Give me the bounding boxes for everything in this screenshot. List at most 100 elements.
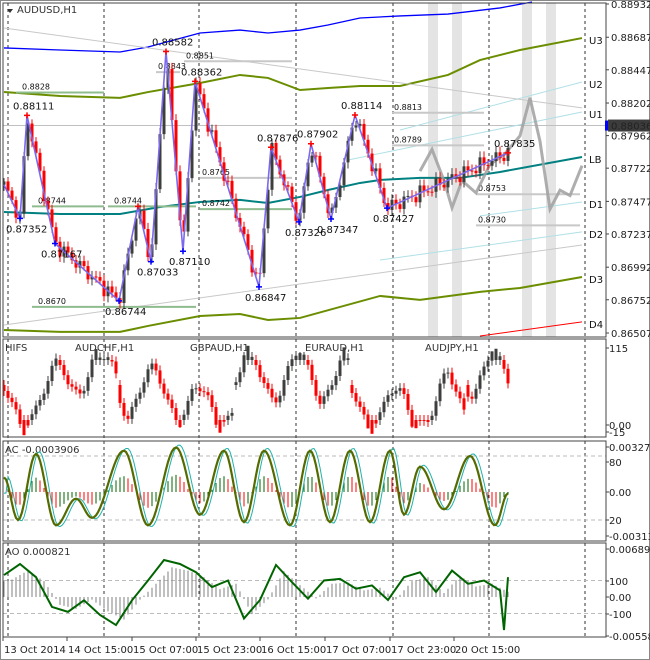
hifs-candle-body [254, 360, 258, 366]
hifs-candle-body [158, 370, 162, 384]
hifs-candle-body [174, 408, 178, 421]
hifs-candle-body [462, 398, 466, 410]
level-label: 0.8828 [22, 82, 50, 91]
hifs-candle-body [394, 390, 398, 394]
symbol-title[interactable]: AUDUSD,H1 [7, 5, 77, 16]
hifs-candle-body [354, 393, 358, 402]
hifs-candle-body [146, 369, 150, 383]
hifs-candle-body [378, 412, 382, 420]
hifs-candle-body [250, 356, 254, 360]
hifs-candle-body [298, 353, 302, 360]
candle-body [310, 155, 314, 163]
hifs-candle-body [10, 397, 14, 403]
hifs-candle-body [214, 406, 218, 425]
zigzag-price-label: 0.87167 [41, 249, 82, 260]
hifs-candle-body [474, 388, 478, 399]
ao-tick-label: 0.006897 [609, 545, 650, 556]
candle-body [94, 276, 98, 278]
time-tick-label: 15 Oct 07:00 [133, 645, 198, 656]
hifs-candle-body [398, 388, 402, 391]
ac-tick-label: 0.00 [609, 488, 631, 499]
ac-tick-label: 20 [609, 516, 622, 527]
ac-tick-label: -0.003138 [609, 532, 650, 543]
zigzag-price-label: 0.87033 [137, 268, 178, 279]
hifs-candle-body [274, 397, 278, 403]
trading-chart-window: U3 U2 U1 LB D1 D2 D3 D4 0.8828 0.8843 0.8851 0.874… [0, 0, 650, 660]
ac-title: AC -0.0003906 [5, 445, 80, 456]
hifs-candle-body [486, 360, 490, 367]
hifs-candle-body [466, 385, 470, 397]
hifs-candle-body [370, 420, 374, 434]
level-label: 0.8753 [478, 184, 506, 193]
zigzag-price-label: 0.87347 [317, 225, 358, 236]
hifs-candle-body [282, 380, 286, 396]
candle-body [286, 185, 290, 187]
level-label: 0.8789 [394, 135, 422, 144]
level-label: 0.8851 [186, 51, 214, 60]
hifs-candle-body [454, 384, 458, 392]
candle-body [458, 177, 462, 182]
zigzag-price-label: 0.87427 [373, 214, 414, 225]
hifs-candle-body [18, 409, 22, 424]
ao-tick-label: -100 [609, 610, 632, 621]
hifs-candle-body [226, 415, 230, 420]
hifs-candle-body [206, 392, 210, 396]
chart-canvas[interactable]: U3U2U1LBD1D2D3D4 0.88280.88430.88510.874… [0, 0, 650, 660]
hifs-candle-body [446, 372, 450, 374]
hifs-candle-body [242, 355, 246, 373]
hifs-symbol-label: AUDCHF,H1 [75, 343, 134, 354]
hifs-title: HIFS [5, 343, 27, 354]
ao-tick-label: 0.00 [609, 593, 631, 604]
hifs-candle-body [166, 393, 170, 400]
hifs-candle-body [186, 400, 190, 415]
hifs-candle-body [326, 389, 330, 397]
hifs-candle-body [418, 420, 422, 421]
hifs-candle-body [26, 420, 30, 426]
hifs-candle-body [90, 359, 94, 378]
level-label: 0.8813 [394, 103, 422, 112]
hifs-candle-body [82, 390, 86, 394]
hifs-candle-body [150, 363, 154, 370]
band-label-u3: U3 [589, 36, 603, 47]
hifs-candle-body [246, 345, 250, 360]
ao-tick-label: -0.005586 [609, 632, 650, 643]
price-tick-label: 0.87722 [611, 164, 650, 175]
hifs-candle-body [222, 420, 226, 422]
price-tick-label: 0.88202 [611, 99, 650, 110]
ac-tick-label: 80 [609, 458, 622, 469]
hifs-candle-body [270, 388, 274, 398]
price-tick-label: 0.87477 [611, 197, 650, 208]
hifs-candle-body [170, 399, 174, 409]
ac-tick-label: 0.003276 [609, 443, 650, 454]
hifs-candle-body [482, 366, 486, 376]
hifs-tick-label: 115 [609, 344, 628, 355]
hifs-candle-body [182, 414, 186, 420]
hifs-symbol-label: GBPAUD,H1 [190, 343, 249, 354]
hifs-candle-body [22, 420, 26, 436]
band-label-d4: D4 [589, 320, 603, 331]
hifs-candle-body [450, 372, 454, 385]
hifs-candle-body [122, 402, 126, 416]
time-tick-label: 15 Oct 23:00 [197, 645, 262, 656]
zigzag-price-label: 0.87835 [494, 139, 535, 150]
hifs-candle-body [490, 351, 494, 361]
hifs-candle-body [70, 384, 74, 387]
hifs-candle-body [366, 414, 370, 429]
hifs-candle-body [314, 380, 318, 396]
zigzag-price-label: 0.87110 [169, 257, 210, 268]
candle-body [442, 184, 446, 188]
level-label: 0.8765 [202, 168, 230, 177]
ao-tick-label: 100 [609, 577, 628, 588]
hifs-candle-body [106, 357, 110, 360]
hifs-symbol-label: AUDJPY,H1 [425, 343, 479, 354]
hifs-candle-body [362, 406, 366, 415]
hifs-candle-body [390, 393, 394, 396]
candle-body [486, 165, 490, 167]
hifs-candle-body [438, 383, 442, 402]
hifs-candle-body [430, 415, 434, 420]
hifs-candle-body [266, 383, 270, 389]
hifs-candle-body [262, 377, 266, 384]
candle-body [406, 195, 410, 197]
hifs-candle-body [258, 365, 262, 378]
hifs-candle-body [322, 396, 326, 404]
